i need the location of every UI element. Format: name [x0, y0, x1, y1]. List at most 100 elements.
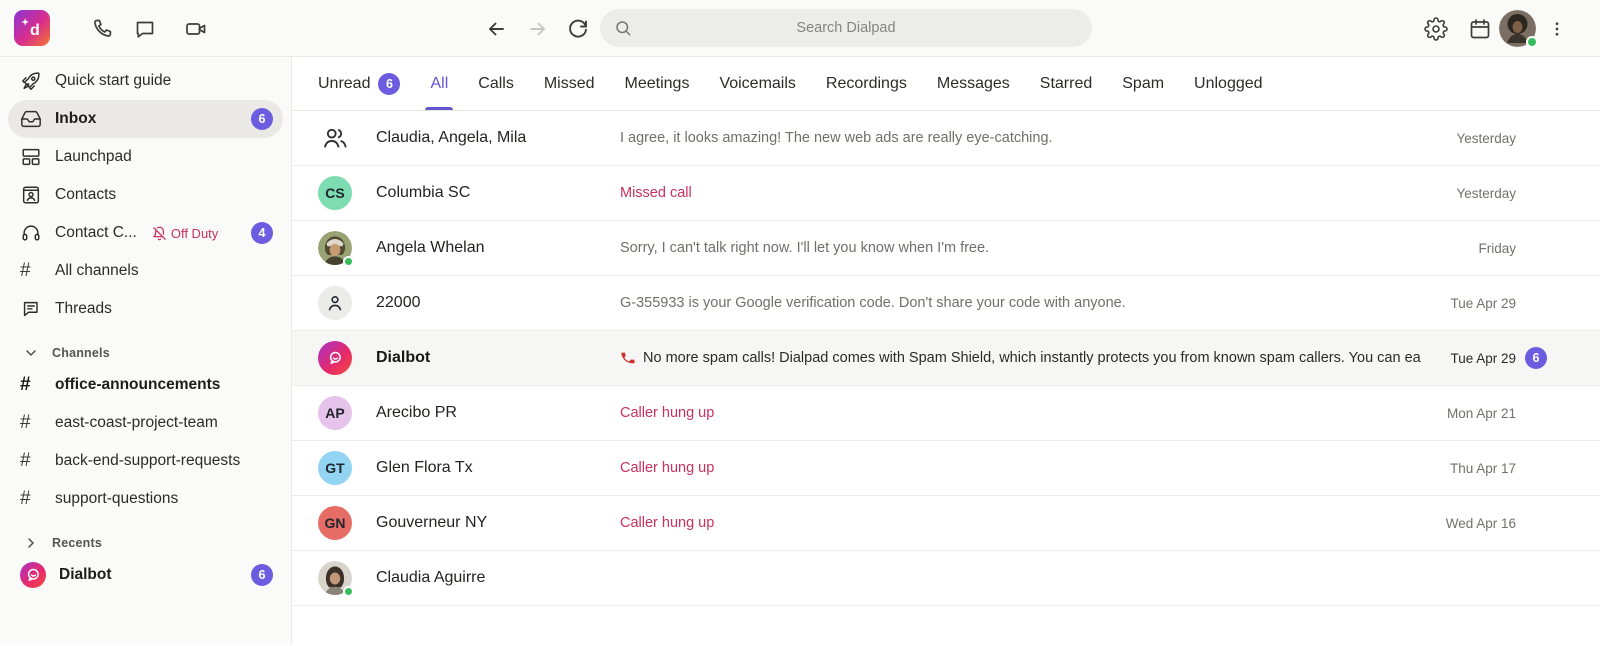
sidebar-item-threads[interactable]: Threads [8, 290, 283, 328]
conversation-row[interactable]: APArecibo PRCaller hung upMon Apr 21 [292, 386, 1600, 441]
kebab-menu-icon[interactable] [1548, 17, 1566, 41]
conversation-name: Arecibo PR [376, 404, 620, 422]
hash-icon: # [20, 412, 42, 434]
off-duty-status: Off Duty [152, 226, 218, 241]
recent-label: Dialbot [59, 566, 112, 584]
conversation-row[interactable]: GT Glen Flora TxCaller hung up Thu Apr 17 [292, 441, 1600, 496]
section-header-recents[interactable]: Recents [8, 530, 283, 556]
back-icon[interactable] [484, 17, 508, 41]
channel-label: support-questions [55, 490, 178, 508]
channel-label: east-coast-project-team [55, 414, 218, 432]
tab-voicemails[interactable]: Voicemails [719, 57, 795, 110]
sidebar-item-quick-start-guide[interactable]: Quick start guide [8, 62, 283, 100]
launchpad-icon [20, 146, 42, 168]
tab-unlogged[interactable]: Unlogged [1194, 57, 1263, 110]
top-bar: d [0, 0, 1600, 57]
conversation-date: Yesterday [1456, 131, 1516, 146]
conversation-row[interactable]: GNGouverneur NYCaller hung upWed Apr 16 [292, 496, 1600, 551]
sidebar-channel-office-announcements[interactable]: #office-announcements [8, 366, 283, 404]
sidebar-channel-back-end-support-requests[interactable]: #back-end-support-requests [8, 442, 283, 480]
search-icon [614, 19, 632, 37]
sidebar-channel-support-questions[interactable]: #support-questions [8, 480, 283, 518]
search-input[interactable] [640, 19, 1078, 37]
section-label: Recents [52, 536, 102, 550]
person-icon [318, 286, 352, 320]
off-duty-label: Off Duty [171, 226, 218, 241]
phone-icon[interactable] [90, 17, 114, 41]
conversation-snippet: Missed call [620, 185, 1440, 201]
unread-count-badge: 6 [1525, 347, 1547, 369]
conversation-avatar: GT [318, 451, 352, 485]
channel-label: back-end-support-requests [55, 452, 240, 470]
sidebar-item-label: Threads [55, 300, 112, 318]
conversation-row[interactable]: Angela WhelanSorry, I can't talk right n… [292, 221, 1600, 276]
sidebar: Quick start guideInbox6LaunchpadContacts… [0, 57, 292, 645]
presence-dot [343, 256, 354, 267]
conversation-snippet: G-355933 is your Google verification cod… [620, 295, 1434, 311]
sidebar-channel-east-coast-project-team[interactable]: # east-coast-project-team [8, 404, 283, 442]
conversation-row[interactable]: DialbotNo more spam calls! Dialpad comes… [292, 331, 1600, 386]
refresh-icon[interactable] [566, 17, 590, 41]
conversation-avatar [318, 286, 352, 320]
tab-missed[interactable]: Missed [544, 57, 595, 110]
dialpad-logo-icon[interactable]: d [14, 10, 50, 46]
conversation-row[interactable]: 22000G-355933 is your Google verificatio… [292, 276, 1600, 331]
tab-starred[interactable]: Starred [1040, 57, 1092, 110]
tab-unread[interactable]: Unread 6 [318, 57, 400, 110]
search-bar[interactable] [600, 9, 1092, 47]
conversation-name: Glen Flora Tx [376, 459, 620, 477]
threads-icon [20, 298, 42, 320]
tab-meetings[interactable]: Meetings [625, 57, 690, 110]
chevron-right-icon [23, 535, 39, 551]
sidebar-recent-dialbot[interactable]: Dialbot 6 [8, 556, 283, 594]
conversation-snippet: Caller hung up [620, 460, 1434, 476]
tab-messages[interactable]: Messages [937, 57, 1010, 110]
conversation-avatar: GN [318, 506, 352, 540]
tab-label: Meetings [625, 75, 690, 93]
initials-avatar: GN [318, 506, 352, 540]
conversation-row[interactable]: Claudia Aguirre [292, 551, 1600, 606]
sidebar-item-inbox[interactable]: Inbox6 [8, 100, 283, 138]
tab-label: Voicemails [719, 75, 795, 93]
group-icon [318, 121, 352, 155]
sidebar-item-label: Launchpad [55, 148, 132, 166]
sidebar-item-all-channels[interactable]: #All channels [8, 252, 283, 290]
initials-avatar: CS [318, 176, 352, 210]
unread-count-badge: 6 [251, 564, 273, 586]
conversation-avatar: CS [318, 176, 352, 210]
sidebar-item-label: Inbox [55, 110, 96, 128]
sidebar-item-contacts[interactable]: Contacts [8, 176, 283, 214]
conversation-name: 22000 [376, 294, 620, 312]
tab-calls[interactable]: Calls [478, 57, 514, 110]
conversation-date: Tue Apr 29 [1450, 296, 1516, 311]
tab-label: Starred [1040, 75, 1092, 93]
svg-text:d: d [30, 22, 40, 39]
tab-all[interactable]: All [430, 57, 448, 110]
sidebar-item-contact-center[interactable]: Contact C...Off Duty4 [8, 214, 283, 252]
calendar-icon[interactable] [1468, 17, 1492, 41]
tab-recordings[interactable]: Recordings [826, 57, 907, 110]
snippet-text: Caller hung up [620, 515, 714, 531]
user-avatar[interactable] [1499, 10, 1536, 47]
conversation-row[interactable]: Claudia, Angela, MilaI agree, it looks a… [292, 111, 1600, 166]
conversation-name: Claudia, Angela, Mila [376, 129, 620, 147]
sidebar-item-launchpad[interactable]: Launchpad [8, 138, 283, 176]
video-icon[interactable] [184, 17, 208, 41]
tab-label: Unread [318, 75, 370, 93]
tab-spam[interactable]: Spam [1122, 57, 1164, 110]
conversation-snippet: No more spam calls! Dialpad comes with S… [620, 350, 1434, 366]
chevron-down-icon [23, 345, 39, 361]
conversation-date: Thu Apr 17 [1450, 461, 1516, 476]
inbox-tabs: Unread 6 All Calls Missed Meetings Voicemails R… [292, 57, 1600, 111]
initials-avatar: GT [318, 451, 352, 485]
settings-gear-icon[interactable] [1424, 17, 1448, 41]
inbox-icon [20, 108, 42, 130]
conversation-row[interactable]: CSColumbia SCMissed callYesterday [292, 166, 1600, 221]
section-header-channels[interactable]: Channels [8, 340, 283, 366]
forward-icon[interactable] [526, 17, 550, 41]
sidebar-item-label: All channels [55, 262, 139, 280]
chat-icon[interactable] [133, 17, 157, 41]
conversation-date: Yesterday [1456, 186, 1516, 201]
sidebar-item-label: Contacts [55, 186, 116, 204]
unread-count-badge: 6 [378, 73, 400, 95]
